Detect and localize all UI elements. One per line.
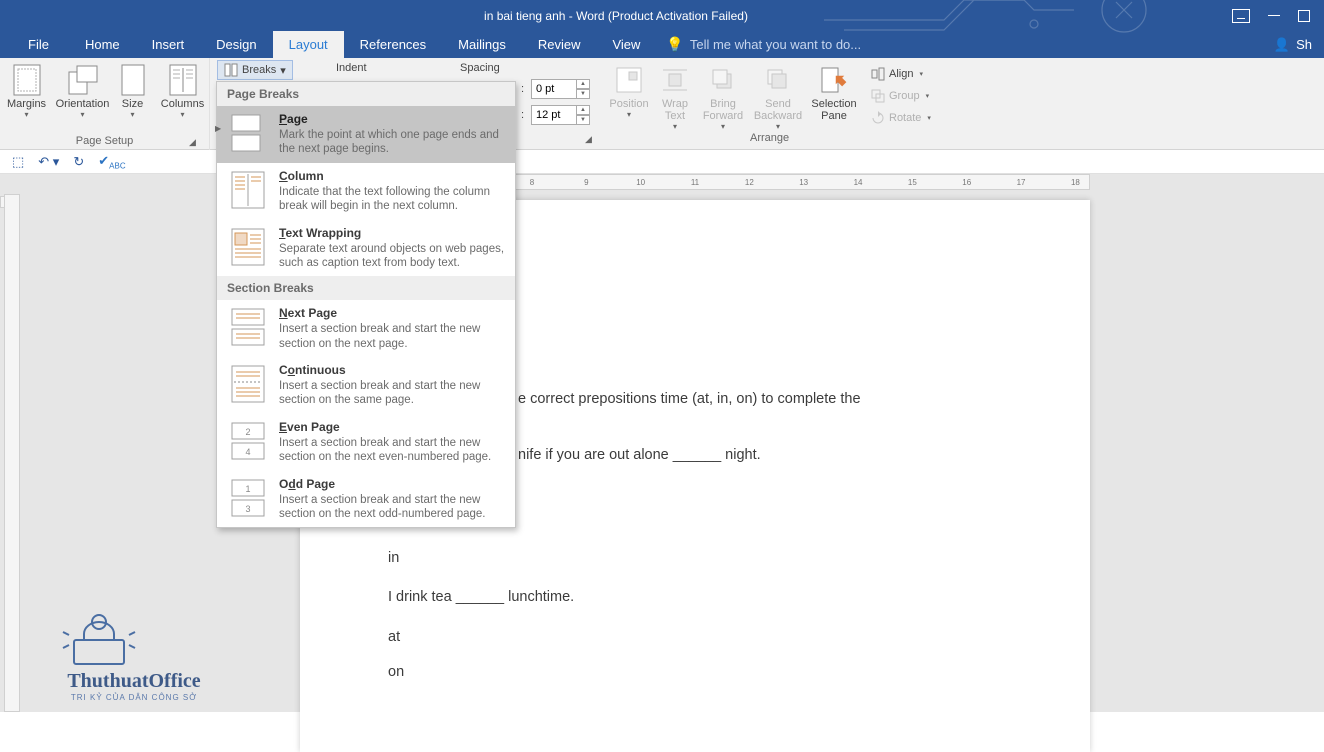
title-bar: in bai tieng anh - Word (Product Activat…	[0, 0, 1324, 31]
spacing-before-spinner[interactable]: ▲▼	[531, 79, 590, 99]
group-button: Group▾	[867, 86, 935, 106]
spin-up-icon[interactable]: ▲	[577, 105, 590, 115]
spin-down-icon[interactable]: ▼	[577, 89, 590, 99]
menu-title: age	[287, 112, 308, 126]
redo-icon[interactable]: ↻	[73, 154, 84, 170]
margins-button[interactable]: Margins▾	[2, 60, 52, 119]
continuous-icon	[227, 363, 269, 405]
text-wrap-break-icon	[227, 226, 269, 268]
columns-icon	[167, 64, 199, 96]
bring-forward-icon	[707, 64, 739, 96]
send-backward-button: Send Backward▾	[749, 60, 807, 131]
break-even-page-item[interactable]: 24 Even PageInsert a section break and s…	[217, 414, 515, 471]
spacing-label: Spacing	[460, 62, 500, 74]
ribbon-layout: Margins▾ Orientation▾ Size▾ Columns▾ Pag…	[0, 58, 1324, 150]
tab-references[interactable]: References	[344, 31, 442, 58]
wrap-text-icon	[659, 64, 691, 96]
odd-page-icon: 13	[227, 477, 269, 519]
spacing-after-spinner[interactable]: ▲▼	[531, 105, 590, 125]
position-button: Position▾	[605, 60, 653, 131]
svg-text:3: 3	[245, 504, 250, 514]
paragraph-dialog-launcher[interactable]: ◢	[585, 134, 597, 146]
spacing-after-input[interactable]	[531, 105, 577, 125]
ribbon-options-icon[interactable]	[1232, 9, 1250, 23]
selection-pane-button[interactable]: Selection Pane	[807, 60, 861, 131]
group-icon	[871, 89, 885, 103]
section-breaks-header: Section Breaks	[217, 276, 515, 300]
menu-desc: Mark the point at which one page ends an…	[279, 128, 505, 157]
maximize-button[interactable]	[1298, 10, 1310, 22]
page-setup-dialog-launcher[interactable]: ◢	[189, 137, 201, 149]
spin-down-icon[interactable]: ▼	[577, 115, 590, 125]
break-odd-page-item[interactable]: 13 Odd PageInsert a section break and st…	[217, 471, 515, 528]
ribbon-tabs: File Home Insert Design Layout Reference…	[0, 31, 1324, 58]
vertical-ruler[interactable]	[4, 194, 20, 712]
break-column-item[interactable]: ColumnIndicate that the text following t…	[217, 163, 515, 220]
next-page-icon	[227, 306, 269, 348]
tab-design[interactable]: Design	[200, 31, 272, 58]
orientation-button[interactable]: Orientation▾	[58, 60, 108, 119]
quick-access-toolbar: ⬚ ↶ ▾ ↻ ✔ABC	[0, 150, 1324, 174]
indent-label: Indent	[336, 62, 367, 74]
lightbulb-icon: 💡	[666, 36, 683, 53]
tab-mailings[interactable]: Mailings	[442, 31, 522, 58]
watermark-logo: ThuthuatOffice TRI KỶ CỦA DÂN CÔNG SỞ	[54, 600, 214, 702]
page-setup-group-label: Page Setup◢	[8, 132, 201, 150]
spacing-group: : ▲▼ : ▲▼	[521, 78, 590, 126]
tab-home[interactable]: Home	[69, 31, 136, 58]
size-button[interactable]: Size▾	[114, 60, 152, 119]
svg-text:2: 2	[245, 427, 250, 437]
size-icon	[117, 64, 149, 96]
tab-insert[interactable]: Insert	[136, 31, 201, 58]
page-breaks-header: Page Breaks	[217, 82, 515, 106]
bring-forward-button: Bring Forward▾	[697, 60, 749, 131]
even-page-icon: 24	[227, 420, 269, 462]
wrap-text-button: Wrap Text▾	[653, 60, 697, 131]
chevron-down-icon: ▾	[280, 64, 286, 77]
tell-me-box[interactable]: 💡 Tell me what you want to do...	[656, 36, 871, 53]
spin-up-icon[interactable]: ▲	[577, 79, 590, 89]
break-text-wrapping-item[interactable]: Text WrappingSeparate text around object…	[217, 220, 515, 277]
send-backward-icon	[762, 64, 794, 96]
break-page-item[interactable]: PageMark the point at which one page end…	[217, 106, 515, 163]
undo-icon[interactable]: ↶ ▾	[38, 154, 59, 170]
touch-mode-icon[interactable]: ⬚	[12, 154, 24, 170]
svg-text:1: 1	[245, 484, 250, 494]
document-area: L 56789101112131415161718 e correct prep…	[0, 174, 1324, 712]
page-break-icon	[227, 112, 269, 154]
rotate-icon	[871, 111, 885, 125]
break-next-page-item[interactable]: Next PageInsert a section break and star…	[217, 300, 515, 357]
user-icon[interactable]: 👤	[1274, 37, 1290, 53]
svg-text:4: 4	[245, 447, 250, 457]
share-button[interactable]: Sh	[1296, 37, 1312, 52]
spellcheck-icon[interactable]: ✔ABC	[98, 153, 125, 171]
minimize-button[interactable]	[1268, 15, 1280, 16]
breaks-dropdown: Page Breaks PageMark the point at which …	[216, 81, 516, 528]
column-break-icon	[227, 169, 269, 211]
rotate-button: Rotate▾	[867, 108, 935, 128]
breaks-icon	[224, 63, 238, 77]
tab-view[interactable]: View	[596, 31, 656, 58]
align-button[interactable]: Align▾	[867, 64, 935, 84]
orientation-icon	[67, 64, 99, 96]
position-icon	[613, 64, 645, 96]
tab-review[interactable]: Review	[522, 31, 597, 58]
columns-button[interactable]: Columns▾	[158, 60, 208, 119]
align-icon	[871, 67, 885, 81]
window-title: in bai tieng anh - Word (Product Activat…	[0, 9, 1232, 23]
tab-layout[interactable]: Layout	[273, 31, 344, 58]
arrange-group-label: Arrange	[750, 132, 789, 144]
breaks-button[interactable]: Breaks ▾	[217, 60, 293, 80]
margins-icon	[11, 64, 43, 96]
tab-file[interactable]: File	[8, 31, 69, 58]
spacing-before-input[interactable]	[531, 79, 577, 99]
break-continuous-item[interactable]: ContinuousInsert a section break and sta…	[217, 357, 515, 414]
selection-pane-icon	[818, 64, 850, 96]
tell-me-placeholder: Tell me what you want to do...	[690, 37, 861, 52]
